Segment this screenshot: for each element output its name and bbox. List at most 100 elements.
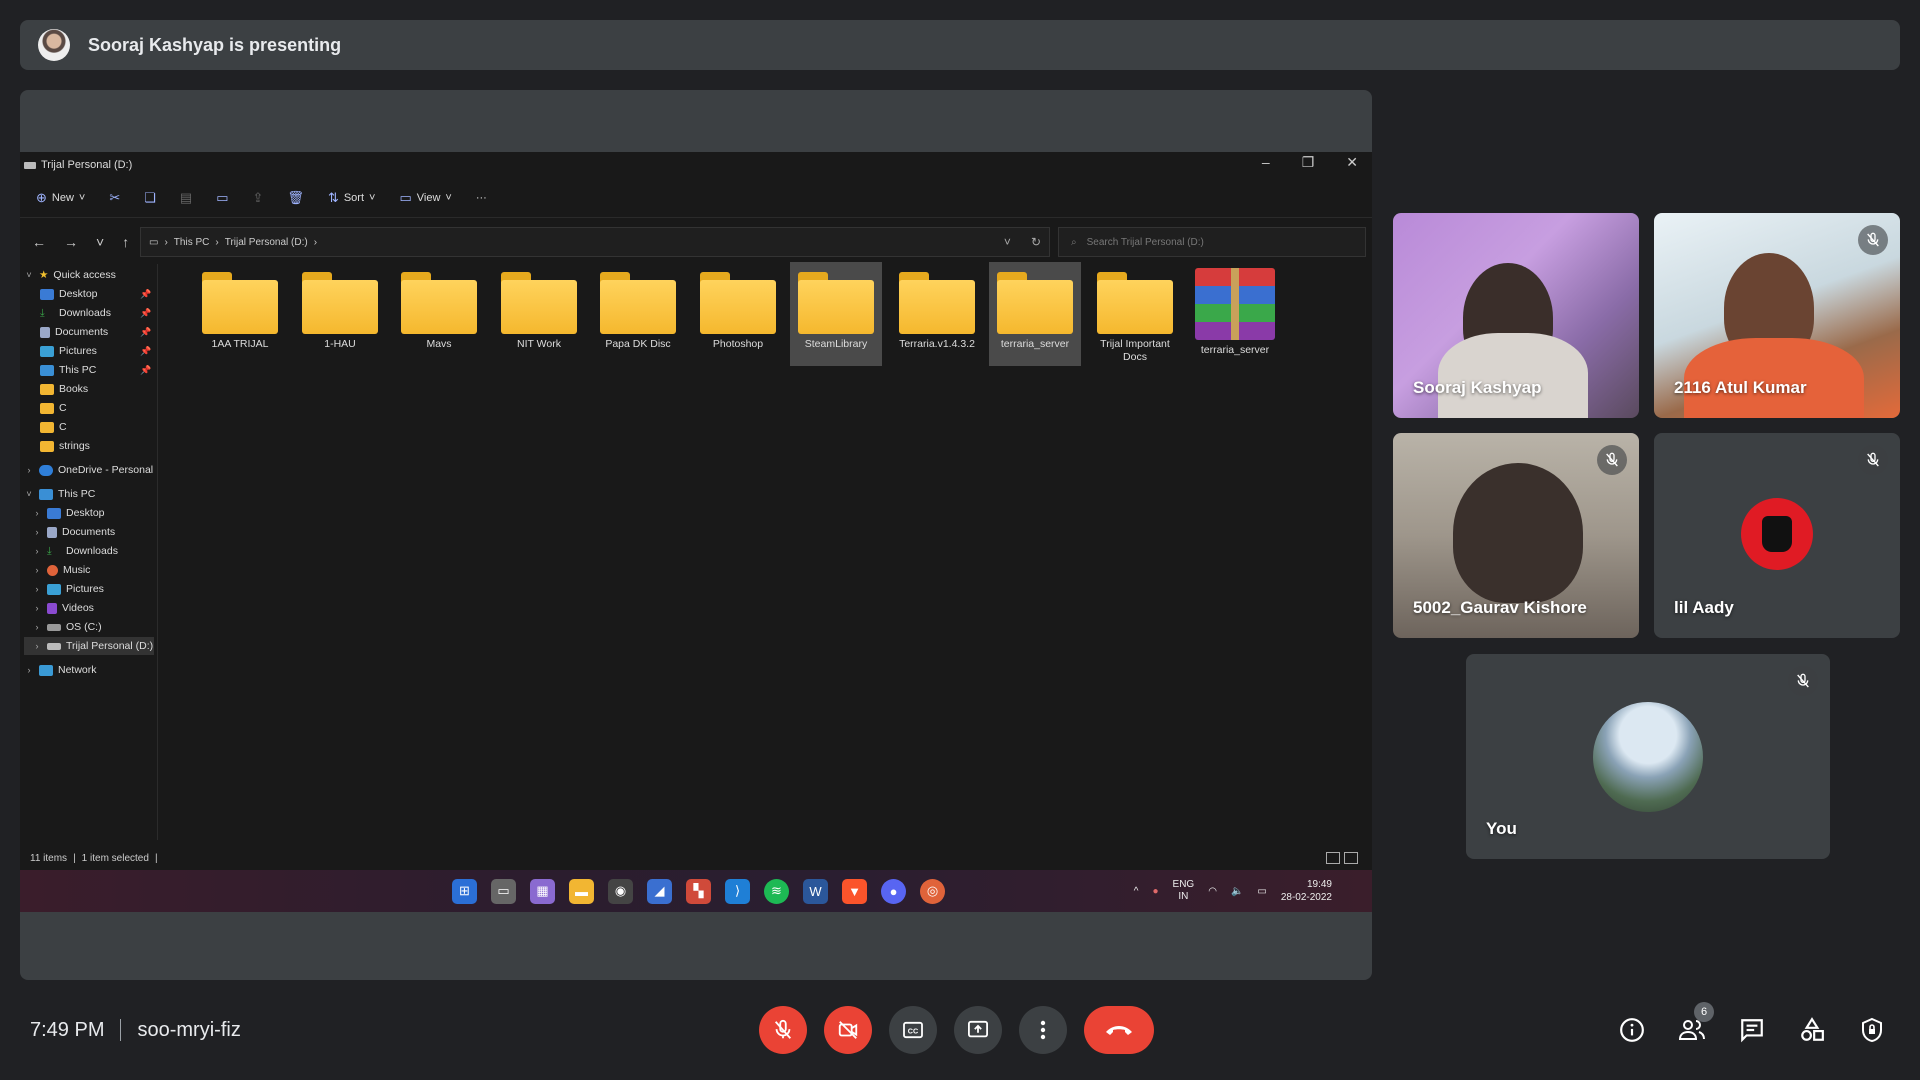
steam-icon[interactable]: ◉ — [608, 878, 633, 904]
share-icon[interactable]: ⇪ — [253, 190, 264, 206]
brave-icon[interactable]: ▼ — [842, 878, 867, 904]
host-controls-button[interactable] — [1854, 1012, 1890, 1048]
copy-icon[interactable]: ❏ — [144, 190, 156, 206]
participant-video — [1453, 463, 1583, 603]
photoshop-icon[interactable]: ◢ — [647, 878, 672, 904]
cut-icon[interactable]: ✂ — [109, 190, 120, 206]
restore-icon[interactable]: ❐ — [1302, 154, 1315, 171]
folder-item-highlighted[interactable]: terraria_server — [989, 262, 1081, 366]
minimize-icon[interactable]: – — [1262, 154, 1270, 171]
profile-avatar — [1741, 498, 1813, 570]
folder-item[interactable]: Terraria.v1.4.3.2 — [891, 262, 983, 366]
view-button[interactable]: ▭ View ˅ — [399, 190, 451, 206]
recent-icon[interactable]: ˅ — [96, 234, 104, 250]
chevron-down-icon[interactable]: ˅ — [1004, 235, 1011, 249]
archive-item[interactable]: terraria_server — [1189, 262, 1281, 366]
folder-item[interactable]: Mavs — [393, 262, 485, 366]
people-button[interactable]: 6 — [1674, 1002, 1714, 1048]
volume-icon[interactable]: 🔈 — [1231, 886, 1243, 897]
folder-item-selected[interactable]: SteamLibrary — [790, 262, 882, 366]
nav-pictures[interactable]: Pictures 📌 — [40, 342, 151, 360]
task-view-icon[interactable]: ▭ — [491, 878, 516, 904]
address-bar[interactable]: ▭ › This PC › Trijal Personal (D:) › ˅ ↻ — [140, 227, 1050, 257]
nav-pc-music[interactable]: › Music — [32, 561, 91, 579]
file-explorer-icon[interactable]: ▬ — [569, 878, 594, 904]
forward-icon[interactable]: → — [64, 234, 78, 250]
camera-toggle-button[interactable] — [824, 1006, 872, 1054]
nav-c-folder-2[interactable]: C — [40, 418, 67, 436]
nav-documents[interactable]: Documents 📌 — [40, 323, 151, 341]
close-icon[interactable]: ✕ — [1346, 154, 1358, 171]
rename-icon[interactable]: ▭ — [216, 190, 228, 206]
participant-tile-atul[interactable]: 2116 Atul Kumar — [1654, 213, 1900, 418]
captions-button[interactable]: CC — [889, 1006, 937, 1054]
back-icon[interactable]: ← — [32, 234, 46, 250]
folder-item[interactable]: Trijal Important Docs — [1089, 262, 1181, 366]
nav-network[interactable]: › Network — [24, 661, 97, 679]
folder-item[interactable]: 1-HAU — [294, 262, 386, 366]
network-icon — [39, 664, 53, 676]
nav-c-folder[interactable]: C — [40, 399, 67, 417]
store-icon[interactable]: ▚ — [686, 878, 711, 904]
nav-pc-downloads[interactable]: › ⤓ Downloads — [32, 542, 118, 560]
more-button[interactable]: ··· — [476, 192, 487, 204]
participant-tile-lil-aady[interactable]: lil Aady — [1654, 433, 1900, 638]
wifi-icon[interactable]: ◠ — [1208, 886, 1217, 897]
nav-onedrive[interactable]: › OneDrive - Personal — [24, 461, 154, 479]
microphone-toggle-button[interactable] — [759, 1006, 807, 1054]
nav-desktop[interactable]: Desktop 📌 — [40, 285, 151, 303]
folder-item[interactable]: 1AA TRIJAL — [194, 262, 286, 366]
paste-icon[interactable]: ▤ — [180, 190, 192, 206]
nav-pc-documents[interactable]: › Documents — [32, 523, 116, 541]
microphone-icon[interactable]: ● — [1152, 886, 1158, 897]
folder-icon — [600, 272, 676, 334]
participant-tile-sooraj[interactable]: Sooraj Kashyap — [1393, 213, 1639, 418]
folder-icon — [40, 383, 54, 395]
chrome-canary-icon[interactable]: ◎ — [920, 878, 945, 904]
chat-button[interactable] — [1734, 1012, 1770, 1048]
vscode-icon[interactable]: ⟩ — [725, 878, 750, 904]
battery-icon[interactable]: ▭ — [1257, 886, 1266, 897]
search-input[interactable]: ⌕ Search Trijal Personal (D:) — [1058, 227, 1366, 257]
taskbar-clock[interactable]: 19:49 28-02-2022 — [1281, 878, 1332, 904]
folder-item[interactable]: Papa DK Disc — [592, 262, 684, 366]
nav-trijal-personal[interactable]: › Trijal Personal (D:) — [24, 637, 154, 655]
tray-chevron-icon[interactable]: ^ — [1134, 886, 1139, 897]
sort-button[interactable]: ⇅ Sort ˅ — [328, 190, 376, 206]
new-button[interactable]: ⊕ New ˅ — [36, 190, 85, 206]
leave-call-button[interactable] — [1084, 1006, 1154, 1054]
nav-pc-desktop[interactable]: › Desktop — [32, 504, 105, 522]
discord-icon[interactable]: ● — [881, 878, 906, 904]
nav-books[interactable]: Books — [40, 380, 88, 398]
participant-tile-gaurav[interactable]: 5002_Gaurav Kishore — [1393, 433, 1639, 638]
nav-this-pc[interactable]: ˅ This PC — [24, 485, 95, 503]
delete-icon[interactable]: 🗑 — [287, 190, 304, 206]
language-indicator[interactable]: ENG IN — [1173, 879, 1195, 903]
refresh-icon[interactable]: ↻ — [1031, 235, 1041, 249]
widgets-icon[interactable]: ▦ — [530, 878, 555, 904]
more-options-button[interactable] — [1019, 1006, 1067, 1054]
folder-item[interactable]: NIT Work — [493, 262, 585, 366]
present-icon — [968, 1020, 988, 1038]
breadcrumb-drive[interactable]: Trijal Personal (D:) — [225, 237, 308, 248]
nav-downloads[interactable]: ⤓ Downloads 📌 — [40, 304, 151, 322]
folder-item[interactable]: Photoshop — [692, 262, 784, 366]
start-icon[interactable]: ⊞ — [452, 878, 477, 904]
meeting-details-button[interactable] — [1614, 1012, 1650, 1048]
details-view-icon[interactable] — [1326, 852, 1340, 864]
word-icon[interactable]: W — [803, 878, 828, 904]
nav-this-pc-quick[interactable]: This PC 📌 — [40, 361, 151, 379]
breadcrumb-this-pc[interactable]: This PC — [174, 237, 210, 248]
plus-icon: ⊕ — [36, 189, 47, 205]
nav-quick-access[interactable]: ˅ ★ Quick access — [24, 266, 116, 284]
nav-os-c[interactable]: › OS (C:) — [32, 618, 102, 636]
tiles-view-icon[interactable] — [1344, 852, 1358, 864]
nav-pc-videos[interactable]: › Videos — [32, 599, 94, 617]
up-icon[interactable]: ↑ — [122, 234, 129, 250]
spotify-icon[interactable]: ≋ — [764, 878, 789, 904]
participant-tile-you[interactable]: You — [1466, 654, 1830, 859]
nav-strings[interactable]: strings — [40, 437, 90, 455]
nav-pc-pictures[interactable]: › Pictures — [32, 580, 104, 598]
present-screen-button[interactable] — [954, 1006, 1002, 1054]
activities-button[interactable] — [1794, 1012, 1830, 1048]
